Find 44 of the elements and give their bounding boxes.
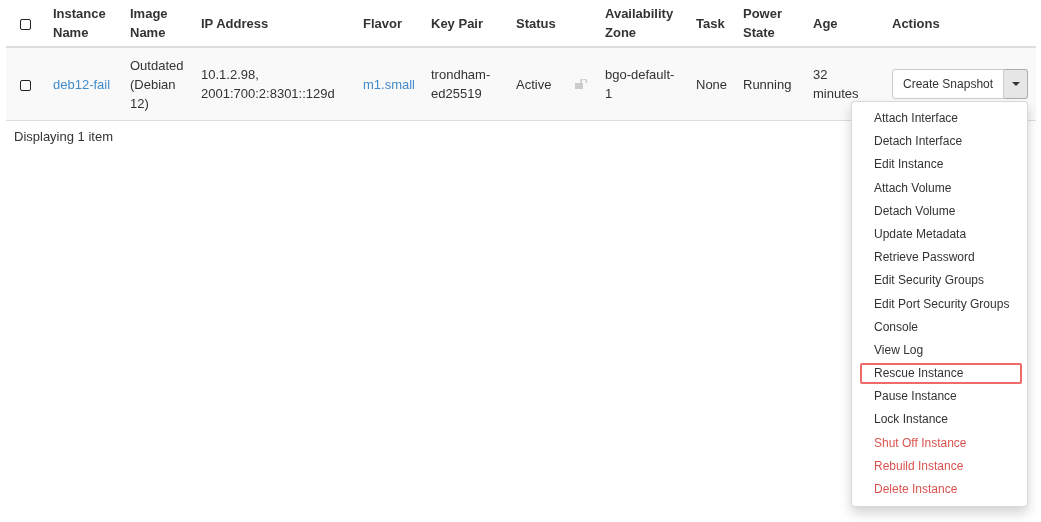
row-checkbox[interactable]: [20, 79, 31, 91]
menu-item[interactable]: Edit Instance: [860, 154, 958, 176]
caret-icon: [1011, 82, 1020, 86]
column-header: Flavor: [363, 15, 402, 31]
column-header: Instance Name: [53, 6, 106, 40]
menu-item[interactable]: Edit Port Security Groups: [860, 293, 1024, 315]
table-cell: 32 minutes: [813, 67, 859, 101]
column-header: Age: [813, 15, 838, 31]
menu-item[interactable]: Rescue Instance: [860, 363, 1022, 385]
menu-item[interactable]: Edit Security Groups: [860, 270, 999, 292]
menu-item[interactable]: Update Metadata: [860, 223, 981, 246]
table-cell: Running: [743, 76, 792, 92]
table-cell: Active: [516, 76, 552, 92]
menu-item[interactable]: Console: [860, 316, 933, 338]
menu-item[interactable]: Pause Instance: [860, 386, 971, 408]
menu-item[interactable]: Shut Off Instance: [860, 432, 981, 454]
column-header: Availability Zone: [605, 6, 674, 40]
menu-item[interactable]: Retrieve Password: [860, 247, 989, 269]
menu-item[interactable]: View Log: [860, 339, 938, 362]
column-header: Actions: [892, 15, 940, 31]
menu-item[interactable]: Attach Volume: [860, 177, 966, 199]
item-count: Displaying 1 item: [14, 129, 113, 144]
menu-item[interactable]: Detach Volume: [860, 200, 970, 222]
menu-item[interactable]: Delete Instance: [860, 479, 972, 501]
table-cell: None: [696, 76, 728, 92]
column-header: IP Address: [201, 15, 269, 31]
column-header: Key Pair: [431, 15, 484, 31]
menu-item[interactable]: Rebuild Instance: [860, 455, 978, 477]
flavor-link[interactable]: m1.small: [363, 76, 415, 92]
select-all-checkbox[interactable]: [20, 18, 31, 30]
menu-item[interactable]: Detach Interface: [860, 131, 977, 153]
table-cell: trondham-ed25519: [431, 67, 491, 101]
table-cell: bgo-default-1: [605, 67, 675, 101]
menu-item[interactable]: Lock Instance: [860, 409, 963, 431]
column-header: Power State: [743, 6, 782, 40]
column-header: Image Name: [130, 6, 168, 40]
column-header: Task: [696, 15, 725, 31]
table-cell: 10.1.2.98, 2001:700:2:8301::129d: [201, 67, 335, 101]
column-header: Status: [516, 15, 556, 31]
table-cell: Outdated (Debian 12): [130, 57, 184, 111]
dropdown-toggle-button[interactable]: [1004, 69, 1028, 99]
create-snapshot-button[interactable]: Create Snapshot: [892, 69, 1005, 99]
instance-name-link[interactable]: deb12-fail: [53, 76, 111, 92]
menu-item[interactable]: Attach Interface: [860, 108, 973, 130]
